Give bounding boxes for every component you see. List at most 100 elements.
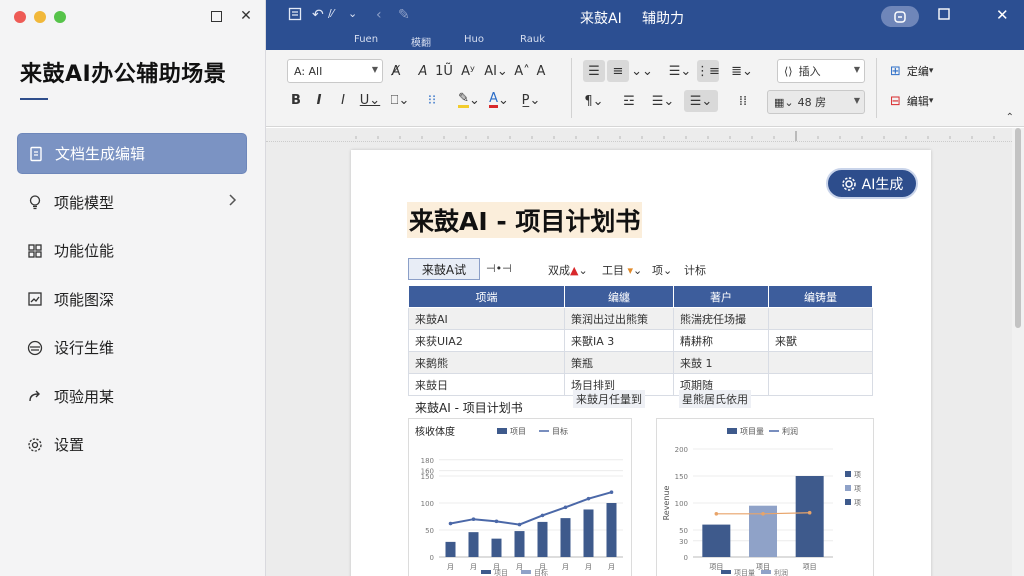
table-header[interactable]: 编纏 — [564, 285, 674, 308]
sidebar-item-function[interactable]: 功能位能 — [17, 230, 247, 271]
floating-note[interactable]: 来鼓月任量到 — [573, 390, 645, 408]
collapse-ribbon-icon[interactable]: ⌃ — [1006, 112, 1014, 123]
tab-fuen[interactable]: Fuen — [354, 34, 378, 45]
decrease-font-icon[interactable]: A — [533, 60, 549, 82]
italic-alt-icon[interactable]: I — [336, 89, 350, 111]
window-traffic-lights — [14, 11, 66, 23]
table-cell[interactable]: 熊湍疣任场撮 — [673, 307, 769, 330]
table-cell[interactable] — [768, 307, 873, 330]
font-case-icon[interactable]: AI⌄ — [482, 60, 510, 82]
table-cell[interactable]: 来鹅熊 — [408, 351, 565, 374]
text-highlight-icon[interactable]: ✎ ⌄ — [458, 89, 480, 111]
sidebar-item-layers[interactable]: 设行生维 — [17, 327, 247, 368]
save-icon[interactable] — [288, 7, 302, 25]
close-icon[interactable]: ✕ — [996, 6, 1009, 24]
mini-toolbar-item[interactable]: 工目 ▾⌄ — [602, 262, 642, 278]
indent-icon[interactable]: ≣⌄ — [728, 60, 756, 82]
account-pill[interactable] — [881, 6, 919, 27]
clear-format-icon[interactable]: A̸ — [388, 60, 404, 82]
tab-huo[interactable]: Huo — [464, 34, 484, 45]
zoom-window-button[interactable] — [54, 11, 66, 23]
sidebar-item-doc-generate[interactable]: 文档生成编辑 — [17, 133, 247, 174]
font-size-icon[interactable]: 1Ũ — [434, 60, 454, 82]
increase-font-icon[interactable]: A˄ — [514, 60, 530, 82]
document-subtitle[interactable]: 来鼓AI - 项目计划书 — [415, 399, 523, 416]
font-name-select[interactable]: A: AlI ▼ — [287, 59, 383, 83]
close-window-button[interactable] — [14, 11, 26, 23]
table-cell[interactable]: 策润出过出熊策 — [564, 307, 674, 330]
ai-generate-button[interactable]: AI生成 — [826, 168, 918, 199]
chart-card-right[interactable]: Revenue 项目量 利润 0 30 50 100 150 200 项目 项目 项目 项目量 利润项项项 — [656, 418, 874, 576]
grid-icon — [26, 242, 44, 260]
project-table: 项端 编纏 著户 编铸量 来鼓AI 策润出过出熊策 熊湍疣任场撮 来获UIA2 … — [408, 285, 873, 396]
chart-point — [517, 522, 522, 527]
sidebar-item-settings[interactable]: 设置 — [17, 424, 247, 465]
maximize-icon[interactable] — [938, 8, 950, 24]
table-cell[interactable]: 来獸IA 3 — [564, 329, 674, 352]
list-icon[interactable]: ☰⌄ — [650, 90, 676, 112]
close-icon[interactable]: ✕ — [236, 6, 256, 26]
table-cell[interactable]: 来获UIA2 — [408, 329, 565, 352]
paragraph-icon[interactable]: ¶⌄ — [583, 90, 605, 112]
edit-button[interactable]: ⊟ 编辑 ▾ — [890, 90, 950, 112]
justify-icon[interactable]: ☲ — [618, 90, 640, 112]
table-header[interactable]: 编铸量 — [768, 285, 873, 308]
mini-toolbar-item[interactable]: 双成▲⌄ — [548, 262, 588, 278]
bold-icon[interactable]: B — [288, 89, 304, 111]
tab-rauk[interactable]: Rauk — [520, 34, 545, 45]
floating-note[interactable]: 星熊居氏依用 — [679, 390, 751, 408]
define-button[interactable]: ⊞ 定编 ▾ — [890, 60, 950, 82]
numbering-icon[interactable]: ☰⌄ — [684, 90, 718, 112]
table-cell[interactable]: 精耕称 — [673, 329, 769, 352]
sidebar-item-chart[interactable]: 项能图深 — [17, 279, 247, 320]
document-page[interactable]: AI生成 来鼓AI - 项目计划书 来鼓A试 ⊣•⊣ 双成▲⌄ 工目 ▾⌄ 项⌄… — [351, 150, 931, 576]
paragraph-style-icon[interactable]: P̲⌄ — [520, 89, 542, 111]
line-spacing-icon[interactable]: ☰⌄ — [667, 60, 693, 82]
sidebar-nav: 文档生成编辑 项能模型 功能位能 项能图深 设行生维 项验用某 设置 — [17, 133, 247, 473]
column-icon[interactable]: ⁞⁞ — [734, 90, 752, 112]
table-cell[interactable]: 来獸 — [768, 329, 873, 352]
format-icon[interactable]: ∕⁄ — [328, 7, 334, 20]
mini-toolbar-item[interactable]: 计标 — [684, 262, 706, 278]
italic-a-icon[interactable]: A — [416, 60, 430, 82]
table-cell[interactable]: 策瓶 — [564, 351, 674, 374]
chart-point — [448, 521, 453, 526]
vertical-scrollbar[interactable] — [1012, 128, 1024, 576]
sidebar-item-model[interactable]: 项能模型 — [17, 182, 247, 223]
align-more-icon[interactable]: ⌄⌄ — [631, 60, 653, 82]
font-color-icon[interactable]: A ⌄ — [488, 89, 510, 111]
border-icon[interactable]: ⎕⌄ — [388, 89, 412, 111]
brush-icon[interactable]: ✎ — [398, 7, 410, 23]
mini-tab-active[interactable]: 来鼓A试 — [408, 258, 480, 280]
distribute-icon[interactable]: ⋮≡ — [696, 60, 720, 82]
table-cell[interactable]: 来鼓AI — [408, 307, 565, 330]
grow-font-icon[interactable]: Aʸ — [459, 60, 477, 82]
dropdown-icon[interactable]: ⌄ — [348, 7, 357, 20]
ai-button-label: AI生成 — [861, 176, 904, 193]
mini-toolbar-item[interactable]: 项⌄ — [652, 262, 672, 278]
number-select[interactable]: ▦⌄ 48 房 ▼ — [767, 90, 865, 114]
table-cell[interactable] — [768, 373, 873, 396]
undo-icon[interactable]: ↶ — [312, 7, 324, 23]
table-cell[interactable]: 来鼓日 — [408, 373, 565, 396]
chart-card-left[interactable]: 核收体度 项目 目标 0 50 100 150 160 180 月月月月月月月月项目 目标 — [408, 418, 632, 576]
redo-icon[interactable]: ‹ — [376, 7, 382, 23]
table-header[interactable]: 项端 — [408, 285, 565, 308]
document-title[interactable]: 来鼓AI - 项目计划书 — [407, 202, 643, 238]
insert-select[interactable]: ⟨⟩ 插入 ▼ — [777, 59, 865, 83]
align-middle-icon[interactable]: ≡ — [607, 60, 629, 82]
italic-icon[interactable]: I — [312, 89, 326, 111]
underline-icon[interactable]: U⌄ — [358, 89, 382, 111]
highlight-icon[interactable]: ⁝⁝ — [422, 89, 442, 111]
tab-mofan[interactable]: 模翻 — [411, 34, 431, 49]
sidebar-item-share[interactable]: 项验用某 — [17, 376, 247, 417]
x-tick-label: 月 — [562, 563, 569, 571]
align-top-icon[interactable]: ☰ — [583, 60, 605, 82]
table-header[interactable]: 著户 — [673, 285, 769, 308]
maximize-icon[interactable] — [206, 6, 226, 26]
table-cell[interactable] — [768, 351, 873, 374]
table-cell[interactable]: 来鼓 1 — [673, 351, 769, 374]
mini-toolbar-item[interactable]: ⊣•⊣ — [486, 262, 512, 275]
scrollbar-thumb[interactable] — [1015, 128, 1021, 328]
minimize-window-button[interactable] — [34, 11, 46, 23]
